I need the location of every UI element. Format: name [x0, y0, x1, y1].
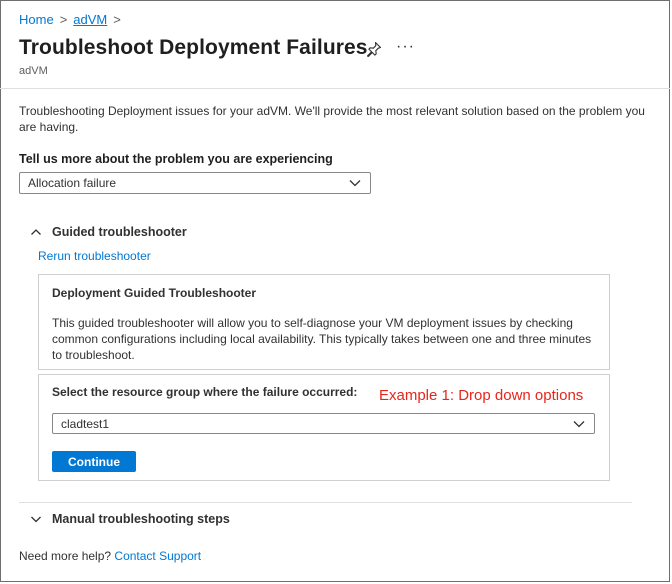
guided-troubleshooter-header: Guided troubleshooter — [52, 225, 187, 239]
manual-troubleshooting-toggle[interactable]: Manual troubleshooting steps — [30, 512, 230, 526]
chevron-up-icon — [31, 229, 41, 235]
card-title: Deployment Guided Troubleshooter — [52, 286, 257, 300]
section-divider — [19, 502, 632, 503]
chevron-down-icon — [31, 516, 41, 523]
help-footer: Need more help? Contact Support — [19, 549, 201, 563]
problem-label: Tell us more about the problem you are e… — [19, 152, 333, 166]
contact-support-link[interactable]: Contact Support — [114, 549, 201, 563]
continue-button[interactable]: Continue — [52, 451, 136, 472]
more-options-icon[interactable]: ··· — [396, 38, 415, 56]
guided-troubleshooter-toggle[interactable]: Guided troubleshooter — [30, 225, 187, 239]
card-body: This guided troubleshooter will allow yo… — [52, 316, 592, 362]
breadcrumb-separator: > — [59, 12, 68, 27]
resource-group-dropdown[interactable]: cladtest1 — [52, 413, 595, 434]
chevron-down-icon — [573, 420, 585, 427]
help-text: Need more help? — [19, 549, 112, 563]
breadcrumb-home[interactable]: Home — [19, 12, 54, 27]
resource-group-dropdown-value: cladtest1 — [61, 416, 110, 431]
resource-group-label: Select the resource group where the fail… — [52, 385, 358, 399]
problem-dropdown-value: Allocation failure — [28, 176, 117, 190]
chevron-down-icon — [349, 180, 361, 187]
breadcrumb-separator: > — [113, 12, 121, 27]
header-divider — [0, 88, 670, 89]
breadcrumb: Home > adVM > — [19, 12, 121, 27]
breadcrumb-current[interactable]: adVM — [73, 12, 107, 27]
annotation-label: Example 1: Drop down options — [379, 387, 584, 404]
manual-troubleshooting-header: Manual troubleshooting steps — [52, 512, 230, 526]
page-description: Troubleshooting Deployment issues for yo… — [19, 104, 645, 134]
rerun-troubleshooter-link[interactable]: Rerun troubleshooter — [38, 249, 151, 263]
pin-icon[interactable] — [366, 41, 382, 57]
problem-dropdown[interactable]: Allocation failure — [19, 172, 371, 194]
page-subtitle: adVM — [19, 65, 48, 77]
page-title: Troubleshoot Deployment Failures — [19, 36, 368, 59]
